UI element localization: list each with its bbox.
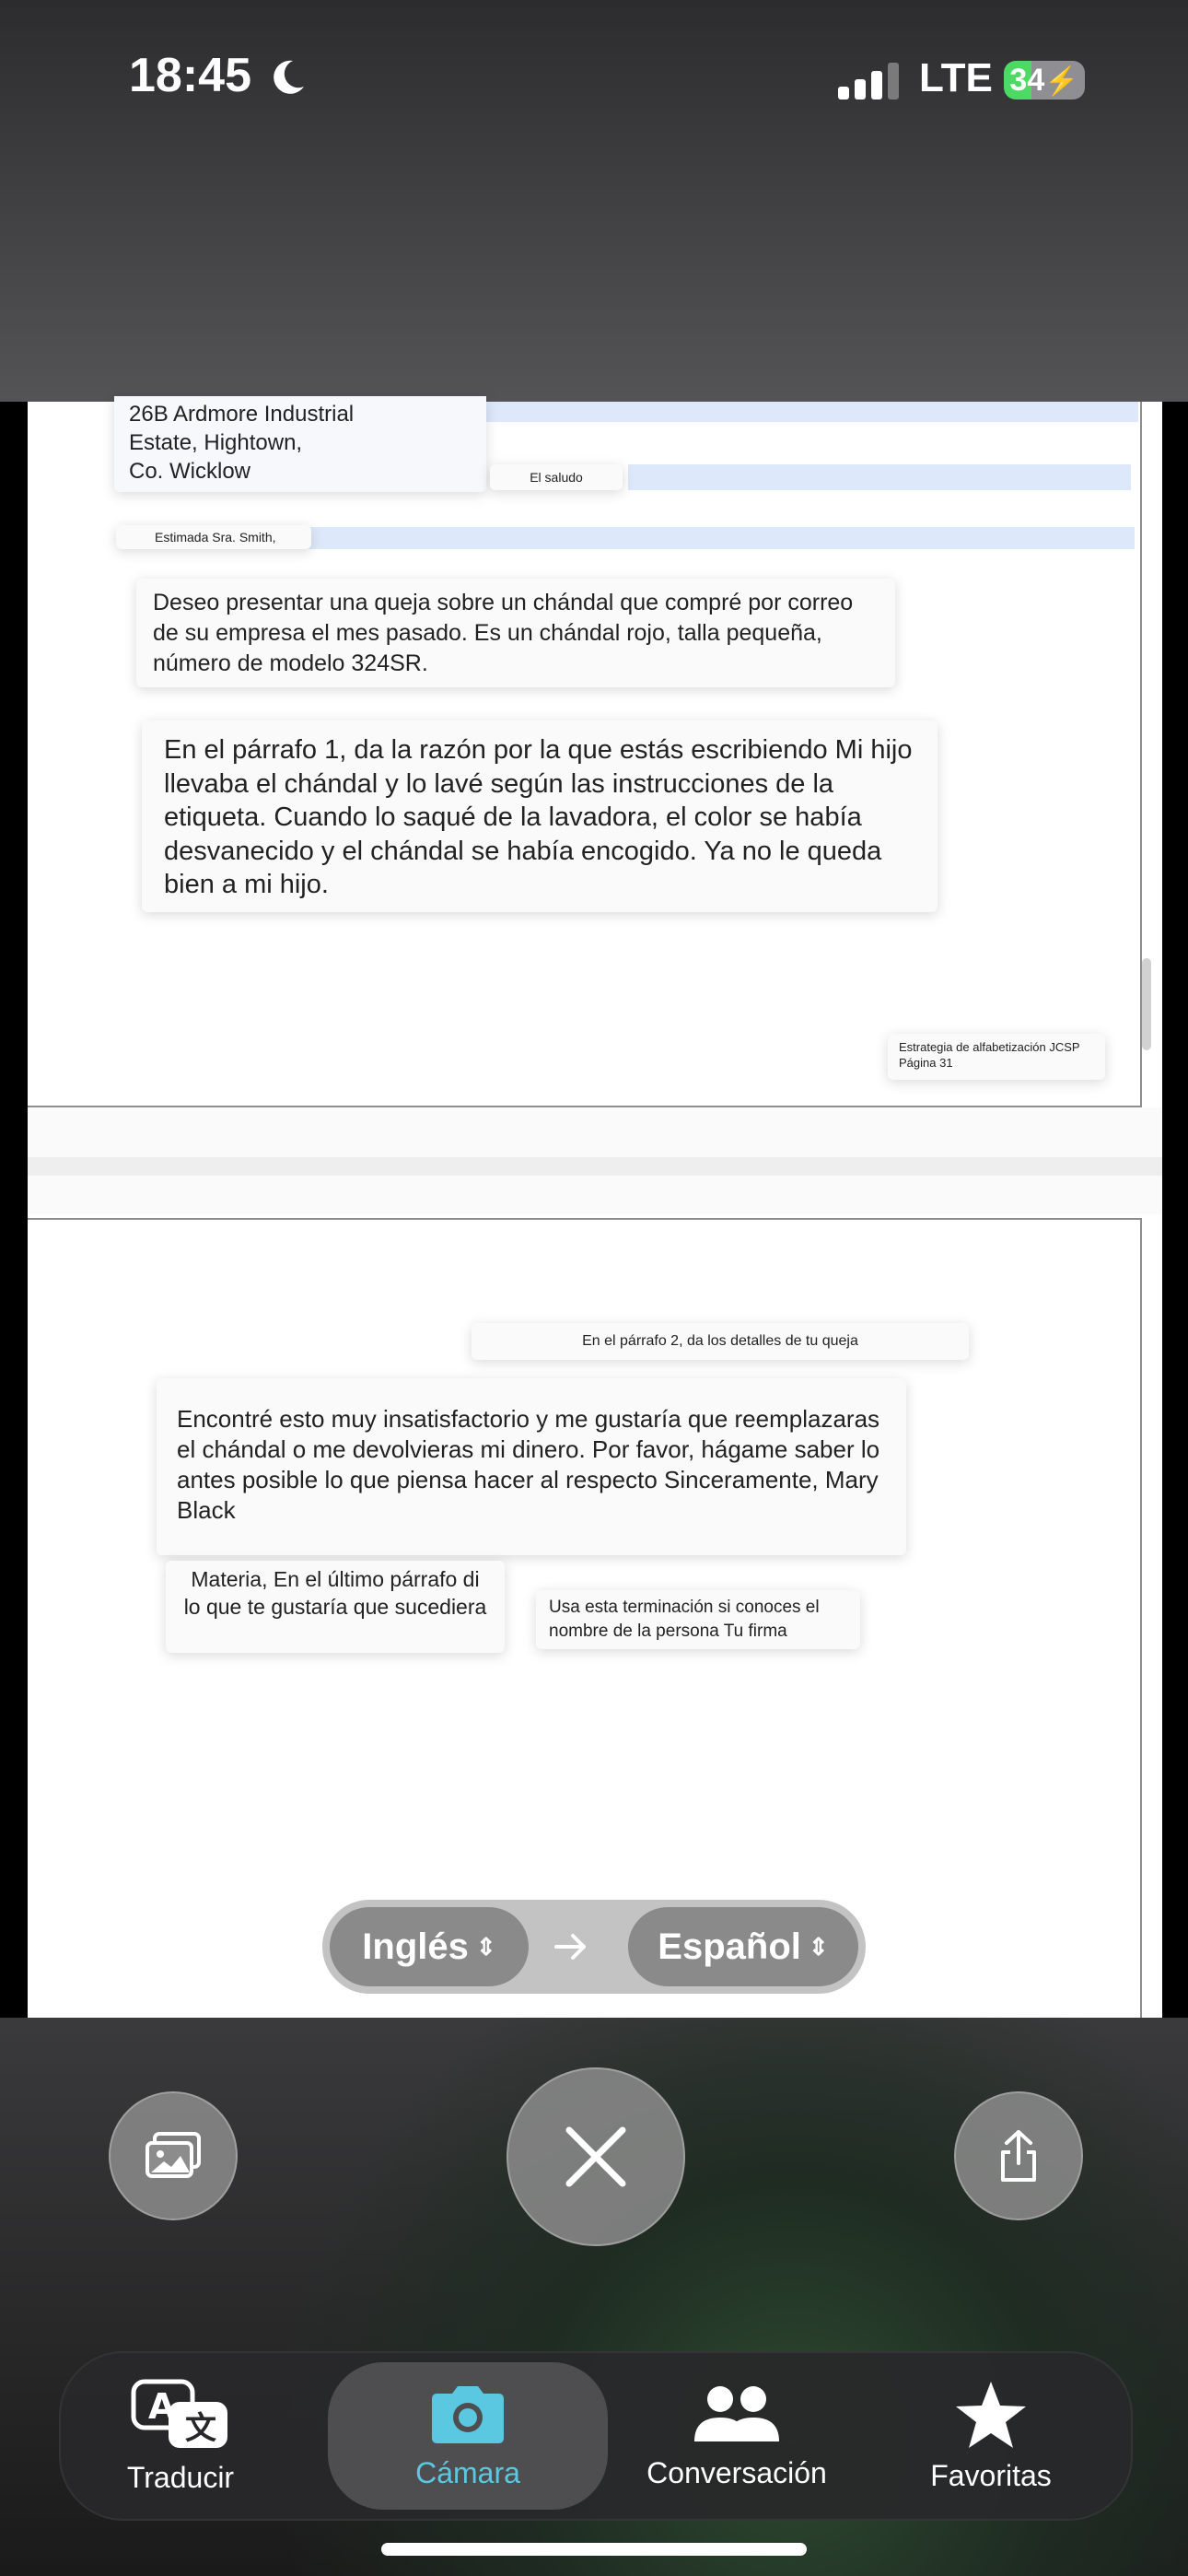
camera-icon bbox=[432, 2385, 504, 2443]
people-icon bbox=[694, 2385, 779, 2441]
svg-text:文: 文 bbox=[185, 2410, 216, 2447]
ending-tip: Usa esta terminación si conoces el nombr… bbox=[536, 1590, 860, 1649]
close-icon bbox=[565, 2126, 626, 2187]
network-type: LTE bbox=[919, 55, 993, 100]
status-bar: 18:45 LTE 34⚡ bbox=[0, 0, 1188, 402]
battery-level: 34 bbox=[1009, 63, 1045, 98]
highlight-band bbox=[484, 402, 1138, 422]
tab-translate[interactable]: A 文 Traducir bbox=[88, 2353, 273, 2519]
paragraph-2-tip: En el párrafo 2, da los detalles de tu q… bbox=[472, 1323, 969, 1360]
clock: 18:45 bbox=[129, 49, 251, 102]
close-button[interactable] bbox=[507, 2067, 685, 2246]
address-line: 26B Ardmore Industrial bbox=[129, 402, 355, 427]
cellular-signal-icon bbox=[838, 63, 899, 100]
page-border bbox=[28, 1218, 1142, 1220]
footer-line: Estrategia de alfabetización JCSP bbox=[899, 1040, 1080, 1054]
share-button[interactable] bbox=[954, 2091, 1083, 2220]
charging-bolt-icon: ⚡ bbox=[1044, 66, 1079, 97]
source-language-button[interactable]: Inglés ⇕ bbox=[330, 1907, 529, 1986]
star-icon bbox=[956, 2381, 1026, 2448]
address-card: 26B Ardmore Industrial Estate, Hightown,… bbox=[114, 396, 486, 492]
greeting-label: El saludo bbox=[490, 464, 623, 490]
share-icon bbox=[1001, 2130, 1036, 2182]
highlight-band bbox=[304, 527, 1135, 549]
target-language-button[interactable]: Español ⇕ bbox=[628, 1907, 858, 1986]
translated-paragraph-2: En el párrafo 1, da la razón por la que … bbox=[142, 720, 938, 912]
translated-paragraph-1: Deseo presentar una queja sobre un chánd… bbox=[136, 579, 895, 687]
footer-line: Página 31 bbox=[899, 1056, 953, 1070]
scrollbar[interactable] bbox=[1142, 958, 1151, 1050]
highlight-band bbox=[628, 464, 1131, 490]
tab-conversation-label: Conversación bbox=[646, 2455, 827, 2489]
last-paragraph-tip: Materia, En el último párrafo di lo que … bbox=[166, 1561, 505, 1653]
translated-paragraph-3: Encontré esto muy insatisfactorio y me g… bbox=[157, 1378, 906, 1555]
address-line: Estate, Hightown, bbox=[129, 430, 303, 455]
home-indicator[interactable] bbox=[381, 2543, 807, 2556]
address-line: Co. Wicklow bbox=[129, 459, 251, 484]
up-down-chevron-icon: ⇕ bbox=[808, 1932, 829, 1961]
tab-camera[interactable]: Cámara bbox=[328, 2362, 608, 2510]
page-gap-band bbox=[28, 1157, 1162, 1176]
tab-favorites-label: Favoritas bbox=[930, 2458, 1052, 2492]
salutation-text: Estimada Sra. Smith, bbox=[116, 525, 311, 549]
tab-favorites[interactable]: Favoritas bbox=[899, 2353, 1083, 2519]
source-language-label: Inglés bbox=[362, 1926, 469, 1967]
arrow-right-icon bbox=[554, 1934, 586, 1960]
up-down-chevron-icon: ⇕ bbox=[475, 1932, 496, 1961]
photos-icon bbox=[146, 2132, 201, 2178]
tab-translate-label: Traducir bbox=[126, 2460, 235, 2494]
moon-icon bbox=[274, 60, 304, 94]
page-footer: Estrategia de alfabetización JCSP Página… bbox=[888, 1034, 1105, 1080]
page-border bbox=[1140, 1218, 1142, 2025]
photo-library-button[interactable] bbox=[109, 2091, 238, 2220]
battery-indicator: 34⚡ bbox=[1004, 61, 1085, 100]
tab-camera-label: Cámara bbox=[415, 2455, 520, 2489]
tab-conversation[interactable]: Conversación bbox=[613, 2353, 860, 2519]
target-language-label: Español bbox=[658, 1926, 801, 1967]
tab-bar: A 文 Traducir Cámara Conversación Favorit… bbox=[59, 2351, 1133, 2521]
language-picker: Inglés ⇕ Español ⇕ bbox=[322, 1900, 866, 1994]
translate-icon: A 文 bbox=[131, 2379, 227, 2448]
